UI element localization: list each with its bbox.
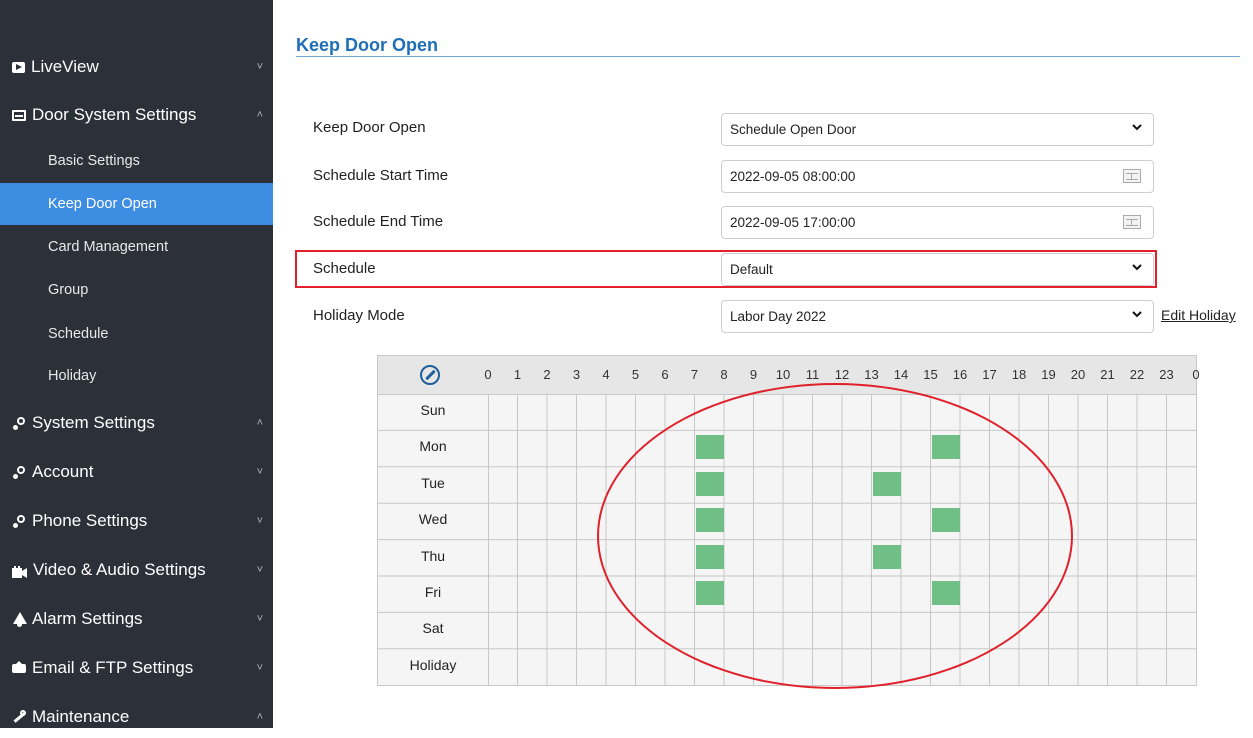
nav-phone-settings[interactable]: Phone Settings ˅ — [0, 500, 273, 542]
chevron-down-icon — [1132, 311, 1142, 318]
chevron-down-icon — [1132, 124, 1142, 131]
start-time-label: Schedule Start Time — [313, 167, 449, 184]
alarm-bell-icon — [12, 612, 27, 627]
gear-icon — [12, 465, 26, 479]
sidebar-item-keep-door-open[interactable]: Keep Door Open — [0, 183, 273, 225]
chevron-up-icon: ˄ — [256, 711, 263, 723]
end-time-field[interactable]: 2022-09-05 17:00:00 — [721, 206, 1154, 239]
gear-icon — [12, 514, 26, 528]
schedule-slot[interactable] — [872, 471, 901, 496]
nav-email-ftp-label: Email & FTP Settings — [32, 658, 194, 677]
sidebar-item-holiday[interactable]: Holiday — [0, 355, 273, 397]
keep-door-open-label: Keep Door Open — [313, 119, 426, 136]
sidebar-item-basic-settings[interactable]: Basic Settings — [0, 140, 273, 182]
nav-door-system-settings[interactable]: Door System Settings ˄ — [0, 94, 273, 136]
sidebar: LiveView ˅ Door System Settings ˄ Basic … — [0, 0, 273, 728]
nav-maintenance-label: Maintenance — [32, 707, 130, 726]
start-time-field[interactable]: 2022-09-05 08:00:00 — [721, 160, 1154, 193]
nav-alarm-settings[interactable]: Alarm Settings ˅ — [0, 598, 273, 640]
chevron-down-icon: ˅ — [256, 613, 263, 625]
chevron-down-icon: ˅ — [256, 515, 263, 527]
end-time-value: 2022-09-05 17:00:00 — [730, 215, 856, 230]
chevron-down-icon — [1132, 264, 1142, 271]
sidebar-item-label: Card Management — [48, 239, 169, 255]
nav-account[interactable]: Account ˅ — [0, 451, 273, 493]
start-time-value: 2022-09-05 08:00:00 — [730, 169, 856, 184]
chevron-up-icon: ˄ — [256, 417, 263, 429]
sidebar-item-group[interactable]: Group — [0, 269, 273, 311]
schedule-slot[interactable] — [695, 581, 724, 605]
wrench-icon — [12, 710, 26, 724]
calendar-icon[interactable] — [1123, 169, 1141, 183]
nav-alarm-label: Alarm Settings — [32, 609, 143, 628]
sidebar-item-label: Schedule — [48, 326, 109, 342]
schedule-slot[interactable] — [695, 508, 724, 533]
schedule-slot[interactable] — [931, 508, 960, 533]
nav-door-system-label: Door System Settings — [32, 105, 197, 124]
nav-email-ftp-settings[interactable]: Email & FTP Settings ˅ — [0, 647, 273, 689]
keep-door-open-value: Schedule Open Door — [730, 122, 857, 137]
title-divider — [296, 56, 1240, 57]
sidebar-item-card-management[interactable]: Card Management — [0, 226, 273, 268]
schedule-select[interactable]: Default — [721, 253, 1154, 286]
chevron-down-icon: ˅ — [256, 466, 263, 478]
schedule-slot[interactable] — [695, 435, 724, 460]
sidebar-item-label: Keep Door Open — [48, 196, 157, 212]
chevron-up-icon: ˄ — [256, 109, 263, 121]
schedule-slot[interactable] — [695, 544, 724, 569]
end-time-label: Schedule End Time — [313, 213, 444, 230]
nav-video-audio-settings[interactable]: Video & Audio Settings ˅ — [0, 549, 273, 591]
video-audio-icon — [12, 564, 27, 578]
schedule-value: Default — [730, 262, 773, 277]
nav-phone-settings-label: Phone Settings — [32, 511, 148, 530]
sidebar-item-label: Basic Settings — [48, 153, 140, 169]
play-icon — [12, 61, 25, 73]
nav-video-audio-label: Video & Audio Settings — [33, 560, 206, 579]
nav-maintenance[interactable]: Maintenance ˄ — [0, 696, 273, 738]
holiday-mode-select[interactable]: Labor Day 2022 — [721, 300, 1154, 333]
nav-system-settings-label: System Settings — [32, 413, 155, 432]
sidebar-item-schedule[interactable]: Schedule — [0, 313, 273, 355]
gear-icon — [12, 416, 26, 430]
nav-account-label: Account — [32, 462, 94, 481]
chevron-down-icon: ˅ — [256, 564, 263, 576]
sidebar-item-label: Group — [48, 282, 89, 298]
schedule-slot[interactable] — [931, 581, 960, 605]
nav-system-settings[interactable]: System Settings ˄ — [0, 402, 273, 444]
holiday-mode-label: Holiday Mode — [313, 307, 405, 324]
door-icon — [12, 109, 26, 121]
calendar-icon[interactable] — [1123, 215, 1141, 229]
chevron-down-icon: ˅ — [256, 61, 263, 73]
nav-liveview[interactable]: LiveView ˅ — [0, 46, 273, 88]
sidebar-item-label: Holiday — [48, 368, 97, 384]
schedule-grid[interactable]: 0 1 2 3 4 5 6 7 8 9 10 11 12 13 14 15 16 17 18 19 20 21 22 23 0 … — [377, 355, 1200, 686]
grid-lines — [378, 394, 1196, 685]
edit-holiday-link[interactable]: Edit Holiday — [1161, 307, 1236, 323]
schedule-slot[interactable] — [695, 471, 724, 496]
schedule-slot[interactable] — [872, 544, 901, 569]
page-title: Keep Door Open — [296, 35, 439, 55]
nav-liveview-label: LiveView — [31, 57, 99, 76]
schedule-slot[interactable] — [931, 435, 960, 460]
email-icon — [12, 661, 26, 675]
keep-door-open-select[interactable]: Schedule Open Door — [721, 113, 1154, 146]
schedule-label: Schedule — [313, 260, 376, 277]
holiday-mode-value: Labor Day 2022 — [730, 309, 827, 324]
chevron-down-icon: ˅ — [256, 662, 263, 674]
